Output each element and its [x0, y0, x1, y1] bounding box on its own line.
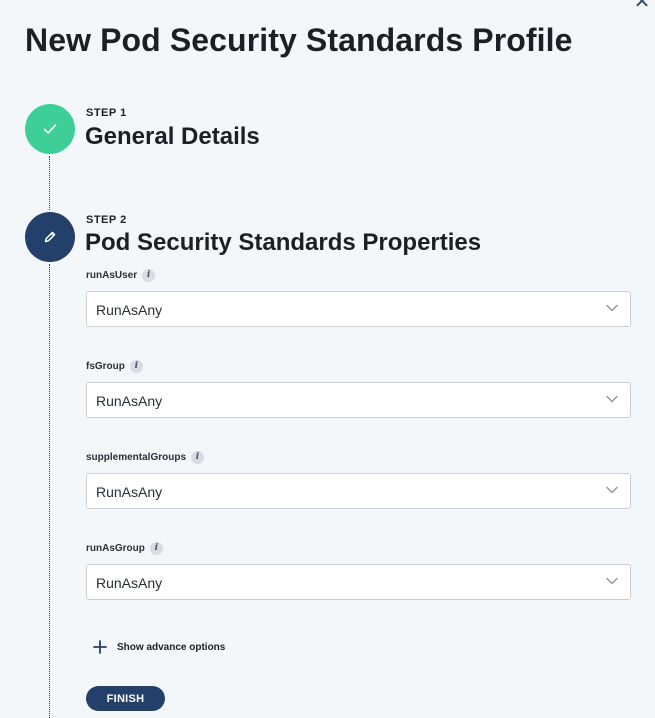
info-icon[interactable]: i — [191, 451, 205, 464]
step-1-label: STEP 1 — [86, 107, 127, 119]
step-2-active-indicator — [25, 212, 75, 262]
step-connector — [49, 156, 50, 210]
select-value: RunAsAny — [96, 484, 163, 500]
step-1-title: General Details — [85, 123, 260, 150]
field-label-text: fsGroup — [86, 361, 125, 372]
chevron-down-icon — [606, 304, 618, 312]
close-button[interactable]: ✕ — [632, 0, 652, 13]
step-connector — [49, 264, 50, 718]
step-1-completed-indicator — [25, 104, 75, 154]
info-icon[interactable]: i — [129, 360, 143, 373]
chevron-down-icon — [606, 486, 618, 494]
fs-group-select[interactable]: RunAsAny — [86, 382, 631, 418]
run-as-group-label: runAsGroup i — [86, 542, 163, 555]
show-advance-options-label: Show advance options — [117, 641, 226, 653]
field-label-text: runAsUser — [86, 270, 138, 281]
field-label-text: supplementalGroups — [86, 452, 187, 463]
select-value: RunAsAny — [96, 302, 163, 318]
run-as-user-label: runAsUser i — [86, 269, 156, 282]
chevron-down-icon — [606, 395, 618, 403]
supplemental-groups-select[interactable]: RunAsAny — [86, 473, 631, 509]
finish-button[interactable]: FINISH — [86, 686, 165, 711]
field-label-text: runAsGroup — [86, 543, 145, 554]
run-as-group-select[interactable]: RunAsAny — [86, 564, 631, 600]
pencil-icon — [44, 231, 56, 243]
plus-icon — [93, 640, 107, 654]
close-icon: ✕ — [633, 0, 651, 13]
select-value: RunAsAny — [96, 575, 163, 591]
supplemental-groups-label: supplementalGroups i — [86, 451, 205, 464]
info-icon[interactable]: i — [142, 269, 156, 282]
show-advance-options-toggle[interactable]: Show advance options — [93, 640, 225, 654]
step-2-label: STEP 2 — [86, 214, 127, 226]
checkmark-icon — [43, 124, 57, 134]
fs-group-label: fsGroup i — [86, 360, 143, 373]
run-as-user-select[interactable]: RunAsAny — [86, 291, 631, 327]
step-2-title: Pod Security Standards Properties — [85, 229, 482, 256]
select-value: RunAsAny — [96, 393, 163, 409]
chevron-down-icon — [606, 577, 618, 585]
page-title: New Pod Security Standards Profile — [25, 22, 573, 58]
info-icon[interactable]: i — [149, 542, 163, 555]
